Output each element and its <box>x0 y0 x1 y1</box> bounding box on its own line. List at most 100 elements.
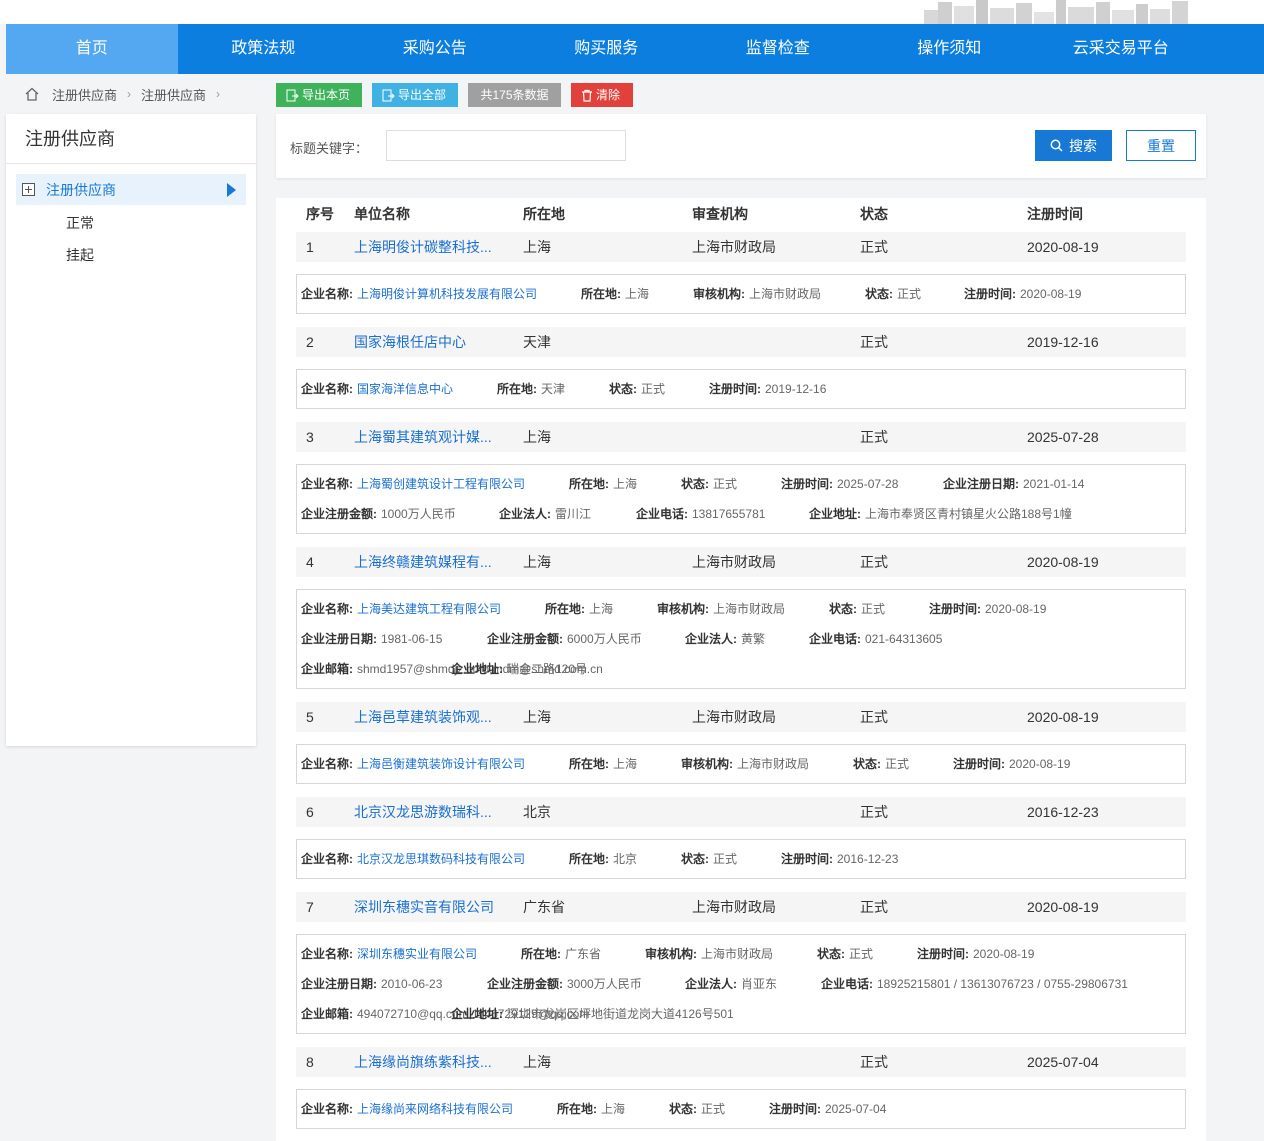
detail-field: 企业名称: 国家海洋信息中心 <box>301 381 453 397</box>
chevron-right-icon: › <box>216 87 221 101</box>
supplier-name-link[interactable]: 国家海根任店中心 <box>354 327 466 357</box>
detail-line: 企业名称: 上海邑衡建筑装饰设计有限公司 所在地: 上海 审核机构: 上海市财政局 状态: 正… <box>301 756 1181 772</box>
table-row[interactable]: 8 上海缘尚旗练紫科技... 上海 正式 2025-07-04 <box>296 1047 1186 1077</box>
row-detail: 企业名称: 上海美达建筑工程有限公司 所在地: 上海 审核机构: 上海市财政局 状态: 正式 注… <box>296 589 1186 689</box>
supplier-name-link[interactable]: 上海蜀其建筑观计媒... <box>354 422 492 452</box>
export-icon <box>382 89 395 101</box>
nav-item[interactable]: 采购公告 <box>349 24 521 74</box>
nav-item[interactable]: 操作须知 <box>864 24 1036 74</box>
toolbar: 导出本页 导出全部 共175条数据 清除 <box>276 83 633 107</box>
company-name-link[interactable]: 上海缘尚来网络科技有限公司 <box>357 1102 513 1116</box>
search-button-label: 搜索 <box>1069 137 1097 154</box>
detail-field-label: 所在地: <box>569 477 609 491</box>
row-index: 4 <box>306 554 314 570</box>
table-row[interactable]: 2 国家海根任店中心 天津 正式 2019-12-16 <box>296 327 1186 357</box>
detail-field-value: 雷川江 <box>555 507 592 521</box>
supplier-name-link[interactable]: 深圳东穗实音有限公司 <box>354 892 494 922</box>
row-location: 天津 <box>523 334 551 350</box>
company-name-link[interactable]: 深圳东穗实业有限公司 <box>357 947 477 961</box>
row-register-time: 2025-07-04 <box>1027 1054 1099 1070</box>
row-register-time: 2019-12-16 <box>1027 334 1099 350</box>
detail-field-label: 注册时间: <box>964 287 1016 301</box>
detail-field-label: 注册时间: <box>769 1102 821 1116</box>
detail-field: 企业名称: 上海邑衡建筑装饰设计有限公司 <box>301 756 525 772</box>
row-location: 广东省 <box>523 899 565 915</box>
row-index: 3 <box>306 429 314 445</box>
sidebar-title: 注册供应商 <box>6 114 256 164</box>
detail-field-label: 企业名称: <box>301 1102 353 1116</box>
nav-item[interactable]: 云采交易平台 <box>1035 24 1207 74</box>
reset-button[interactable]: 重置 <box>1126 130 1196 161</box>
clear-button[interactable]: 清除 <box>571 83 633 107</box>
detail-field-value: 18925215801 / 13613076723 / 0755-2980673… <box>877 977 1128 991</box>
company-name-link[interactable]: 上海明俊计算机科技发展有限公司 <box>357 287 537 301</box>
detail-field-label: 企业名称: <box>301 382 353 396</box>
search-button[interactable]: 搜索 <box>1035 130 1112 161</box>
sidebar-item-suspended[interactable]: 挂起 <box>66 245 94 265</box>
home-icon[interactable] <box>24 86 40 102</box>
export-page-button[interactable]: 导出本页 <box>276 83 362 107</box>
supplier-list: 序号 单位名称 所在地 审查机构 状态 注册时间 1 上海明俊计碳整科技... 上海… <box>276 198 1206 1141</box>
detail-line: 企业名称: 上海蜀创建筑设计工程有限公司 所在地: 上海 状态: 正式 注册时间: 2025-… <box>301 476 1181 492</box>
detail-field: 企业电话: 18925215801 / 13613076723 / 0755-29… <box>821 976 1128 992</box>
detail-field: 企业法人: 雷川江 <box>499 506 591 522</box>
detail-field-value: 上海市奉贤区青村镇星火公路188号1幢 <box>865 507 1072 521</box>
export-all-button[interactable]: 导出全部 <box>372 83 458 107</box>
detail-field-value: 2025-07-04 <box>825 1102 887 1116</box>
nav-item[interactable]: 购买服务 <box>521 24 693 74</box>
company-name-link[interactable]: 上海美达建筑工程有限公司 <box>357 602 501 616</box>
detail-field-value: 2019-12-16 <box>765 382 827 396</box>
company-name-link[interactable]: 上海蜀创建筑设计工程有限公司 <box>357 477 525 491</box>
row-review-org: 上海市财政局 <box>692 709 776 725</box>
detail-field-value: 2020-08-19 <box>1009 757 1071 771</box>
detail-field: 状态: 正式 <box>609 381 665 397</box>
table-row[interactable]: 7 深圳东穗实音有限公司 广东省 上海市财政局 正式 2020-08-19 <box>296 892 1186 922</box>
detail-field-value: 上海 <box>601 1102 626 1116</box>
breadcrumb: 注册供应商 › 注册供应商 › <box>24 84 230 104</box>
sidebar-item-registered-suppliers[interactable]: 注册供应商 <box>16 174 246 205</box>
table-row[interactable]: 6 北京汉龙思游数瑞科... 北京 正式 2016-12-23 <box>296 797 1186 827</box>
supplier-name-link[interactable]: 上海终赣建筑媒程有... <box>354 547 492 577</box>
detail-field-label: 企业地址: <box>809 507 861 521</box>
table-row[interactable]: 5 上海邑草建筑装饰观... 上海 上海市财政局 正式 2020-08-19 <box>296 702 1186 732</box>
column-header-register-time: 注册时间 <box>1027 206 1083 222</box>
nav-item[interactable]: 首页 <box>6 24 178 74</box>
detail-field-value: 瑞金二路120号 <box>507 662 588 676</box>
nav-item[interactable]: 监督检查 <box>692 24 864 74</box>
table-row[interactable]: 1 上海明俊计碳整科技... 上海 上海市财政局 正式 2020-08-19 <box>296 232 1186 262</box>
supplier-name-link[interactable]: 上海缘尚旗练紫科技... <box>354 1047 492 1077</box>
detail-field: 所在地: 上海 <box>557 1101 625 1117</box>
detail-field-label: 企业注册日期: <box>301 977 377 991</box>
sidebar-item-label: 注册供应商 <box>46 181 116 198</box>
nav-item[interactable]: 政策法规 <box>178 24 350 74</box>
supplier-name-link[interactable]: 上海邑草建筑装饰观... <box>354 702 492 732</box>
detail-field: 所在地: 上海 <box>569 756 637 772</box>
top-banner <box>0 0 1264 24</box>
row-status: 正式 <box>860 429 888 445</box>
sidebar-item-normal[interactable]: 正常 <box>66 213 94 233</box>
expand-plus-icon[interactable] <box>22 183 35 196</box>
row-location: 上海 <box>523 429 551 445</box>
breadcrumb-item[interactable]: 注册供应商 <box>141 85 206 104</box>
supplier-name-link[interactable]: 北京汉龙思游数瑞科... <box>354 797 492 827</box>
title-keyword-input[interactable] <box>386 130 626 161</box>
company-name-link[interactable]: 北京汉龙思琪数码科技有限公司 <box>357 852 525 866</box>
row-detail: 企业名称: 上海邑衡建筑装饰设计有限公司 所在地: 上海 审核机构: 上海市财政局 状态: 正… <box>296 744 1186 784</box>
detail-field: 所在地: 天津 <box>497 381 565 397</box>
detail-field: 企业地址: 上海市奉贤区青村镇星火公路188号1幢 <box>809 506 1072 522</box>
detail-field-label: 审核机构: <box>657 602 709 616</box>
supplier-name-link[interactable]: 上海明俊计碳整科技... <box>354 232 492 262</box>
detail-field-label: 状态: <box>669 1102 697 1116</box>
detail-field: 状态: 正式 <box>681 851 737 867</box>
table-row[interactable]: 3 上海蜀其建筑观计媒... 上海 正式 2025-07-28 <box>296 422 1186 452</box>
chevron-right-icon: › <box>127 87 132 101</box>
table-row[interactable]: 4 上海终赣建筑媒程有... 上海 上海市财政局 正式 2020-08-19 <box>296 547 1186 577</box>
detail-field-label: 注册时间: <box>953 757 1005 771</box>
breadcrumb-item[interactable]: 注册供应商 <box>52 85 117 104</box>
detail-field-label: 所在地: <box>497 382 537 396</box>
detail-field-label: 企业名称: <box>301 947 353 961</box>
company-name-link[interactable]: 国家海洋信息中心 <box>357 382 453 396</box>
company-name-link[interactable]: 上海邑衡建筑装饰设计有限公司 <box>357 757 525 771</box>
export-icon <box>286 89 299 101</box>
column-header-status: 状态 <box>860 206 888 222</box>
